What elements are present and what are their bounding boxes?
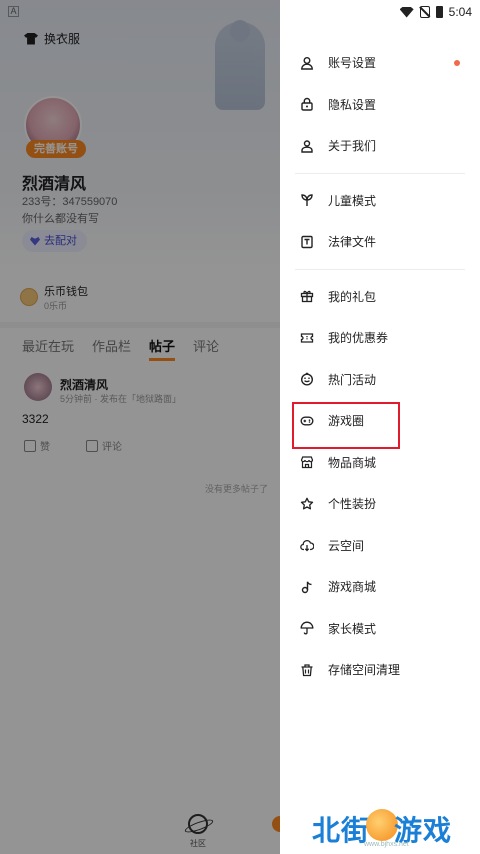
battery-icon bbox=[435, 6, 443, 18]
drawer-menu: 账号设置 隐私设置 关于我们 儿童模式 法律文件 我的礼包 我的优惠券 热门活动… bbox=[280, 42, 480, 691]
menu-item-game-store[interactable]: 游戏商城 bbox=[280, 566, 480, 608]
menu-label: 物品商城 bbox=[328, 455, 377, 470]
watermark-text-left: 北街 bbox=[312, 815, 371, 846]
menu-item-cloud-space[interactable]: 云空间 bbox=[280, 525, 480, 567]
user-icon bbox=[300, 56, 314, 70]
menu-item-my-coupons[interactable]: 我的优惠券 bbox=[280, 317, 480, 359]
menu-label: 云空间 bbox=[328, 538, 365, 553]
menu-label: 儿童模式 bbox=[328, 193, 377, 208]
menu-label: 热门活动 bbox=[328, 372, 377, 387]
menu-label: 存储空间清理 bbox=[328, 663, 401, 678]
menu-label: 账号设置 bbox=[328, 56, 377, 71]
coupon-icon bbox=[300, 331, 314, 345]
menu-label: 我的礼包 bbox=[328, 289, 377, 304]
no-sim-icon bbox=[419, 6, 430, 18]
status-bar: 5:04 bbox=[280, 0, 480, 24]
lock-icon bbox=[300, 97, 314, 111]
menu-item-storage-cleanup[interactable]: 存储空间清理 bbox=[280, 649, 480, 691]
star-icon bbox=[300, 497, 314, 511]
notification-dot bbox=[454, 60, 460, 66]
menu-label: 个性装扮 bbox=[328, 497, 377, 512]
menu-label: 游戏商城 bbox=[328, 580, 377, 595]
menu-item-personal-dressup[interactable]: 个性装扮 bbox=[280, 483, 480, 525]
menu-divider bbox=[295, 268, 465, 270]
menu-item-parent-mode[interactable]: 家长模式 bbox=[280, 608, 480, 650]
menu-item-about-us[interactable]: 关于我们 bbox=[280, 125, 480, 167]
menu-item-privacy-settings[interactable]: 隐私设置 bbox=[280, 84, 480, 126]
menu-label: 法律文件 bbox=[328, 235, 377, 250]
sprout-icon bbox=[300, 193, 314, 207]
menu-label: 我的优惠券 bbox=[328, 331, 389, 346]
person-icon bbox=[300, 139, 314, 153]
status-time: 5:04 bbox=[448, 5, 472, 19]
highlight-box bbox=[292, 402, 400, 449]
watermark-logo: 北街 游戏 www.bjhxs.net bbox=[312, 805, 480, 854]
menu-label: 关于我们 bbox=[328, 139, 377, 154]
menu-divider bbox=[295, 172, 465, 174]
music-note-icon bbox=[300, 580, 314, 594]
cloud-icon bbox=[300, 538, 314, 552]
menu-item-legal-documents[interactable]: 法律文件 bbox=[280, 221, 480, 263]
menu-label: 家长模式 bbox=[328, 621, 377, 636]
menu-item-my-gifts[interactable]: 我的礼包 bbox=[280, 276, 480, 318]
store-icon bbox=[300, 455, 314, 469]
menu-item-account-settings[interactable]: 账号设置 bbox=[280, 42, 480, 84]
trash-icon bbox=[300, 663, 314, 677]
menu-item-child-mode[interactable]: 儿童模式 bbox=[280, 180, 480, 222]
watermark-url: www.bjhxs.net bbox=[364, 841, 409, 848]
document-icon bbox=[300, 235, 314, 249]
umbrella-icon bbox=[300, 621, 314, 635]
smile-icon bbox=[300, 372, 314, 386]
menu-label: 隐私设置 bbox=[328, 97, 377, 112]
gift-icon bbox=[300, 289, 314, 303]
wifi-icon bbox=[399, 6, 414, 18]
menu-item-hot-events[interactable]: 热门活动 bbox=[280, 359, 480, 401]
